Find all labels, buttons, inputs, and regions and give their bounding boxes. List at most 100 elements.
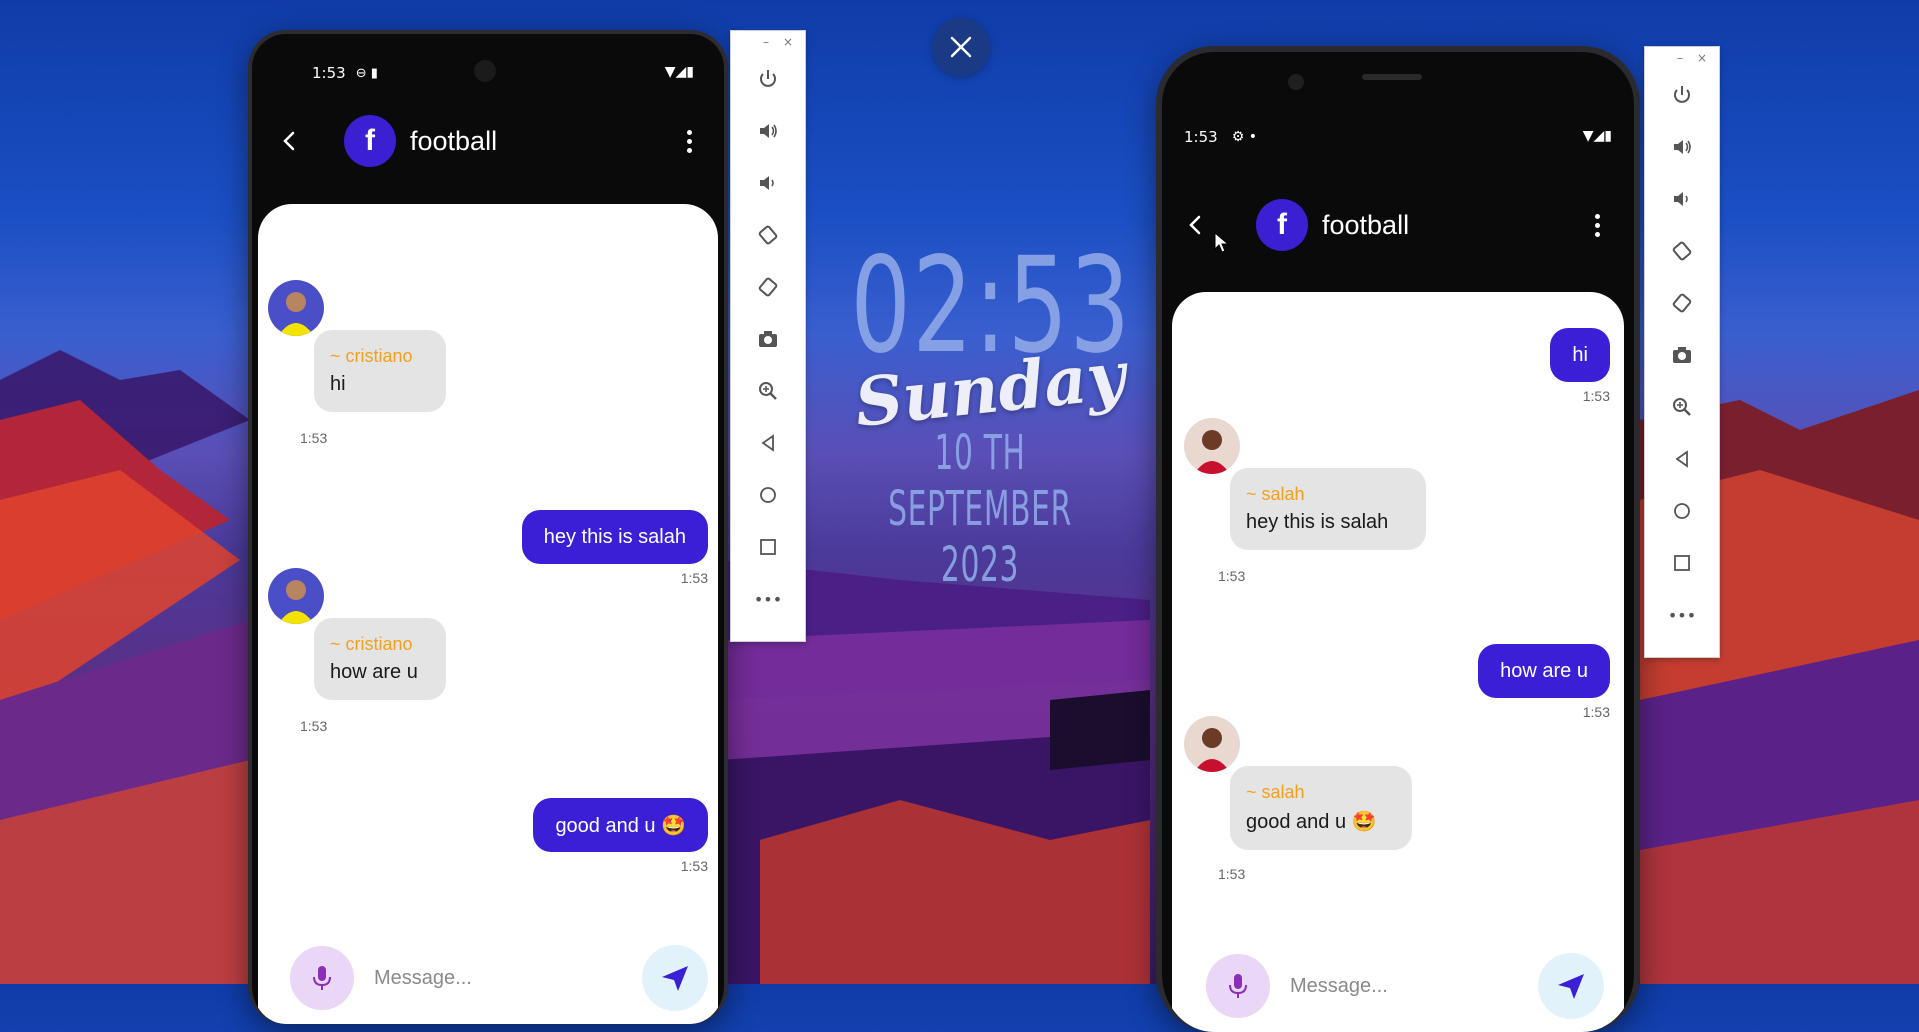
volume-down-icon — [760, 176, 774, 190]
avatar[interactable] — [1184, 716, 1240, 772]
group-name[interactable]: football — [1322, 210, 1409, 241]
power-icon — [1674, 86, 1690, 103]
back-button[interactable] — [270, 121, 310, 161]
power-button[interactable] — [1645, 69, 1719, 121]
close-window-button[interactable]: × — [1697, 51, 1707, 65]
microphone-icon — [1229, 974, 1247, 998]
microphone-icon — [313, 966, 331, 990]
nav-back-button[interactable] — [731, 417, 805, 469]
rotate-left-button[interactable] — [731, 209, 805, 261]
message-input[interactable] — [372, 965, 596, 991]
mouse-cursor-icon — [1214, 232, 1230, 253]
more-options-button[interactable] — [1582, 210, 1612, 240]
rotate-right-button[interactable] — [731, 261, 805, 313]
more-icon[interactable]: ••• — [1645, 589, 1719, 641]
voice-record-button[interactable] — [290, 946, 354, 1010]
camera-icon — [1673, 347, 1691, 363]
send-icon — [662, 966, 688, 991]
avatar[interactable] — [268, 568, 324, 624]
message-bubble-incoming[interactable]: ~ salah good and u 🤩 — [1230, 766, 1412, 850]
volume-up-icon — [760, 124, 777, 138]
message-timestamp: 1:53 — [300, 718, 328, 734]
close-preview-button[interactable] — [932, 18, 990, 76]
screenshot-button[interactable] — [731, 313, 805, 365]
group-name[interactable]: football — [410, 126, 497, 157]
message-bubble-outgoing[interactable]: hi — [1550, 328, 1610, 382]
minimize-button[interactable]: – — [1677, 51, 1683, 65]
overview-icon — [760, 539, 776, 555]
status-time: 1:53 — [1184, 128, 1218, 146]
volume-down-icon — [1674, 192, 1688, 206]
status-bar: 1:53 ⚙ • — [1184, 128, 1257, 146]
toolbar-window-controls: – × — [1645, 47, 1719, 69]
back-icon — [761, 434, 774, 452]
power-icon — [760, 70, 776, 87]
volume-down-button[interactable] — [1645, 173, 1719, 225]
home-icon — [760, 487, 776, 503]
message-input[interactable] — [1288, 973, 1512, 999]
emulator-phone-right: 1:53 ⚙ • ▼◢▮ f football hi 1:53 ~ salah … — [1156, 46, 1640, 1032]
back-button[interactable] — [1176, 205, 1216, 245]
zoom-button[interactable] — [1645, 381, 1719, 433]
message-text: good and u 🤩 — [1246, 811, 1377, 833]
nav-home-button[interactable] — [1645, 485, 1719, 537]
avatar[interactable] — [268, 280, 324, 336]
volume-down-button[interactable] — [731, 157, 805, 209]
home-icon — [1674, 503, 1690, 519]
rotate-left-icon — [1672, 241, 1692, 261]
message-sender: ~ cristiano — [330, 634, 413, 654]
status-time: 1:53 — [312, 64, 346, 82]
status-icons: ⊖ ▮ — [355, 65, 378, 81]
nav-overview-button[interactable] — [731, 521, 805, 573]
message-composer — [1172, 946, 1624, 1026]
message-bubble-incoming[interactable]: ~ salah hey this is salah — [1230, 468, 1426, 550]
message-timestamp: 1:53 — [1218, 866, 1246, 882]
minimize-button[interactable]: – — [763, 35, 769, 49]
message-bubble-outgoing[interactable]: how are u — [1478, 644, 1610, 698]
message-bubble-incoming[interactable]: ~ cristiano how are u — [314, 618, 446, 700]
nav-back-button[interactable] — [1645, 433, 1719, 485]
rotate-right-icon — [1672, 293, 1692, 313]
emulator-toolbar-right: – × ••• — [1644, 46, 1720, 658]
screenshot-button[interactable] — [1645, 329, 1719, 381]
zoom-button[interactable] — [731, 365, 805, 417]
group-avatar[interactable]: f — [344, 115, 396, 167]
send-icon — [1558, 974, 1584, 999]
more-options-button[interactable] — [674, 126, 704, 156]
message-bubble-outgoing[interactable]: hey this is salah — [521, 510, 708, 564]
volume-up-button[interactable] — [1645, 121, 1719, 173]
rotate-right-icon — [758, 277, 778, 297]
chat-app-bar: f football — [1162, 190, 1634, 260]
wallpaper-clock-widget: 02:53 Sunday 10 TH SEPTEMBER 2023 — [800, 240, 1160, 593]
clock-date: 10 TH SEPTEMBER 2023 — [888, 425, 1072, 593]
avatar[interactable] — [1184, 418, 1240, 474]
send-button[interactable] — [1538, 953, 1604, 1019]
volume-up-button[interactable] — [731, 105, 805, 157]
message-sender: ~ salah — [1246, 782, 1305, 802]
rotate-right-button[interactable] — [1645, 277, 1719, 329]
message-bubble-incoming[interactable]: ~ cristiano hi — [314, 330, 446, 412]
user-photo-icon — [1184, 716, 1240, 772]
close-window-button[interactable]: × — [783, 35, 793, 49]
user-photo-icon — [268, 568, 324, 624]
message-sender: ~ salah — [1246, 484, 1305, 504]
status-signal: ▼◢▮ — [1582, 128, 1612, 144]
message-timestamp: 1:53 — [680, 858, 708, 874]
zoom-icon — [759, 382, 777, 400]
status-icons: ⚙ • — [1231, 129, 1257, 145]
nav-home-button[interactable] — [731, 469, 805, 521]
back-icon — [1675, 450, 1688, 468]
message-timestamp: 1:53 — [300, 430, 328, 446]
rotate-left-button[interactable] — [1645, 225, 1719, 277]
chat-message-list[interactable]: hi 1:53 ~ salah hey this is salah 1:53 h… — [1172, 292, 1624, 1032]
message-bubble-outgoing[interactable]: good and u 🤩 — [533, 798, 708, 852]
nav-overview-button[interactable] — [1645, 537, 1719, 589]
chat-message-list[interactable]: ~ cristiano hi 1:53 hey this is salah 1:… — [258, 204, 718, 1024]
voice-record-button[interactable] — [1206, 954, 1270, 1018]
message-timestamp: 1:53 — [1218, 568, 1246, 584]
send-button[interactable] — [642, 945, 708, 1011]
power-button[interactable] — [731, 53, 805, 105]
more-icon[interactable]: ••• — [731, 573, 805, 625]
group-avatar[interactable]: f — [1256, 199, 1308, 251]
message-sender: ~ cristiano — [330, 346, 413, 366]
